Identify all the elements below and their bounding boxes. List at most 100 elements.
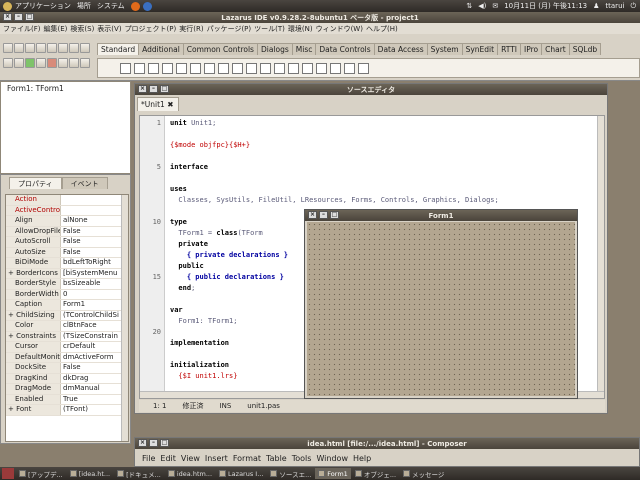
- tab-properties[interactable]: プロパティ: [9, 177, 62, 189]
- menu-run[interactable]: 実行(R): [179, 24, 203, 34]
- toggle-view-icon[interactable]: [3, 58, 13, 68]
- pause-icon[interactable]: [36, 58, 46, 68]
- tpopupmenu-icon[interactable]: [134, 62, 145, 74]
- toggle-form-icon[interactable]: [58, 43, 68, 53]
- maximize-icon[interactable]: □: [25, 13, 34, 21]
- palette-tab-dialogs[interactable]: Dialogs: [256, 43, 293, 55]
- panel-menu-applications[interactable]: アプリケーション: [15, 1, 71, 11]
- composer-menu-insert[interactable]: Insert: [205, 454, 228, 463]
- help-icon[interactable]: [142, 1, 152, 11]
- code-line[interactable]: implementation: [170, 338, 229, 349]
- property-row[interactable]: Enabled True: [6, 394, 128, 405]
- taskbar-item[interactable]: ソースエ...: [267, 468, 314, 479]
- editor-tab-unit1[interactable]: *Unit1 ✖: [137, 97, 179, 111]
- ubuntu-logo-icon[interactable]: [3, 1, 12, 11]
- menu-package[interactable]: パッケージ(P): [207, 24, 252, 34]
- property-row[interactable]: + ChildSizing (TControlChildSi: [6, 310, 128, 321]
- property-row[interactable]: Caption Form1: [6, 300, 128, 311]
- menu-search[interactable]: 検索(S): [70, 24, 94, 34]
- property-value[interactable]: Form1: [61, 300, 121, 310]
- open-icon[interactable]: [14, 43, 24, 53]
- code-line[interactable]: Classes, SysUtils, FileUtil, LResources,…: [170, 195, 498, 206]
- property-value[interactable]: (TControlChildSi: [61, 311, 121, 321]
- tmemo-icon[interactable]: [190, 62, 201, 74]
- save-all-icon[interactable]: [36, 43, 46, 53]
- composer-menu-table[interactable]: Table: [266, 454, 287, 463]
- save-icon[interactable]: [25, 43, 35, 53]
- taskbar-item[interactable]: メッセージ: [400, 468, 447, 479]
- property-row[interactable]: BorderWidth 0: [6, 289, 128, 300]
- property-value[interactable]: False: [61, 363, 121, 373]
- palette-tab-misc[interactable]: Misc: [291, 43, 317, 55]
- close-icon[interactable]: ×: [138, 85, 147, 93]
- code-line[interactable]: public: [170, 261, 203, 272]
- show-desktop-icon[interactable]: [2, 468, 14, 479]
- minimize-icon[interactable]: –: [319, 211, 328, 219]
- inspector-scrollbar[interactable]: [121, 195, 128, 441]
- tradiogroup-icon[interactable]: [302, 62, 313, 74]
- firefox-icon[interactable]: [130, 1, 140, 11]
- menu-view[interactable]: 表示(V): [97, 24, 121, 34]
- palette-tab-additional[interactable]: Additional: [138, 43, 184, 55]
- property-row[interactable]: + BorderIcons [biSystemMenu: [6, 268, 128, 279]
- composer-menu-tools[interactable]: Tools: [292, 454, 312, 463]
- minimize-icon[interactable]: –: [149, 439, 158, 447]
- tcombobox-icon[interactable]: [260, 62, 271, 74]
- taskbar-item[interactable]: [アップデ...: [16, 468, 66, 479]
- code-line[interactable]: { public declarations }: [170, 272, 284, 283]
- code-line[interactable]: {$I unit1.lrs}: [170, 371, 237, 382]
- run-icon[interactable]: [25, 58, 35, 68]
- taskbar-item[interactable]: オブジェ...: [352, 468, 399, 479]
- code-line[interactable]: interface: [170, 162, 208, 173]
- panel-menu-system[interactable]: システム: [97, 1, 125, 11]
- composer-menu-format[interactable]: Format: [233, 454, 261, 463]
- property-value[interactable]: True: [61, 395, 121, 405]
- maximize-icon[interactable]: □: [160, 439, 169, 447]
- property-row[interactable]: Align alNone: [6, 216, 128, 227]
- property-value[interactable]: False: [61, 248, 121, 258]
- menu-help[interactable]: ヘルプ(H): [366, 24, 398, 34]
- property-value[interactable]: [61, 206, 121, 216]
- composer-menu-help[interactable]: Help: [353, 454, 371, 463]
- ttogglebox-icon[interactable]: [204, 62, 215, 74]
- taskbar-item[interactable]: Lazarus I...: [216, 468, 266, 479]
- palette-tab-standard[interactable]: Standard: [97, 43, 140, 55]
- property-value[interactable]: bdLeftToRight: [61, 258, 121, 268]
- mail-icon[interactable]: ✉: [492, 2, 498, 10]
- composer-menu-edit[interactable]: Edit: [160, 454, 176, 463]
- property-value[interactable]: False: [61, 237, 121, 247]
- power-icon[interactable]: ⏻: [630, 2, 636, 11]
- code-line[interactable]: end;: [170, 283, 195, 294]
- menu-window[interactable]: ウィンドウ(W): [316, 24, 363, 34]
- tscrollbar-icon[interactable]: [274, 62, 285, 74]
- property-value[interactable]: crDefault: [61, 342, 121, 352]
- property-row[interactable]: Color clBtnFace: [6, 321, 128, 332]
- palette-tab-system[interactable]: System: [426, 43, 463, 55]
- property-row[interactable]: DefaultMonitordmActiveForm: [6, 352, 128, 363]
- close-icon[interactable]: ×: [308, 211, 317, 219]
- property-value[interactable]: dmManual: [61, 384, 121, 394]
- volume-icon[interactable]: ◀): [478, 2, 486, 10]
- property-value[interactable]: [61, 195, 121, 205]
- property-row[interactable]: AutoSize False: [6, 247, 128, 258]
- palette-tab-sqldb[interactable]: SQLdb: [568, 43, 602, 55]
- clock[interactable]: 10月11日 (月) 午後11:13: [504, 1, 587, 11]
- code-line[interactable]: Form1: TForm1;: [170, 316, 237, 327]
- taskbar-item[interactable]: [idea.ht...: [67, 468, 113, 479]
- composer-menu-window[interactable]: Window: [316, 454, 348, 463]
- code-line[interactable]: { private declarations }: [170, 250, 288, 261]
- property-row[interactable]: BiDiMode bdLeftToRight: [6, 258, 128, 269]
- taskbar-item[interactable]: [ドキュメ...: [114, 468, 164, 479]
- property-row[interactable]: BorderStyle bsSizeable: [6, 279, 128, 290]
- palette-tab-ipro[interactable]: IPro: [520, 43, 543, 55]
- tmainmenu-icon[interactable]: [120, 62, 131, 74]
- property-value[interactable]: dmActiveForm: [61, 353, 121, 363]
- maximize-icon[interactable]: □: [330, 211, 339, 219]
- stop-icon[interactable]: [47, 58, 57, 68]
- code-line[interactable]: initialization: [170, 360, 229, 371]
- code-line[interactable]: uses: [170, 184, 187, 195]
- property-row[interactable]: + Constraints (TSizeConstrain: [6, 331, 128, 342]
- editor-vertical-scrollbar[interactable]: [597, 116, 604, 398]
- tab-events[interactable]: イベント: [61, 177, 108, 189]
- source-editor-titlebar[interactable]: × – □ ソースエディタ: [135, 84, 607, 95]
